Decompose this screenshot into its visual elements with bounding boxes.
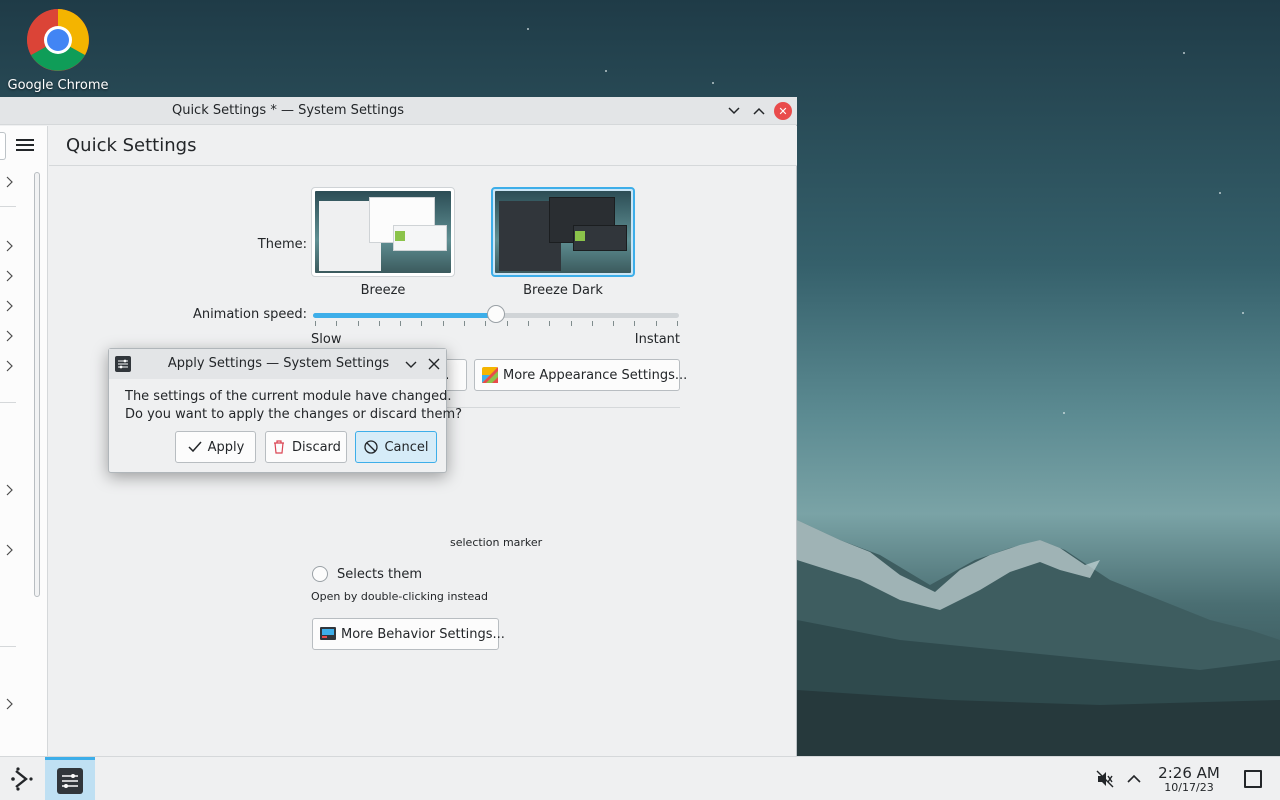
slider-tick	[570, 321, 572, 326]
slider-min-label: Slow	[311, 332, 342, 347]
clock-date[interactable]: 10/17/23	[1150, 781, 1228, 794]
slider-tick	[506, 321, 508, 326]
more-appearance-settings-label: More Appearance Settings...	[503, 367, 688, 383]
chevron-right-icon[interactable]	[4, 544, 14, 556]
slider-tick	[357, 321, 359, 326]
desktop-icon-google-chrome[interactable]: Google Chrome	[6, 6, 110, 93]
system-settings-icon	[57, 767, 83, 794]
dialog-message-line1: The settings of the current module have …	[125, 389, 452, 404]
chevron-down-icon[interactable]	[403, 356, 419, 372]
apply-button-label: Apply	[207, 439, 245, 455]
dialog-message: The settings of the current module have …	[125, 388, 463, 424]
taskbar-item-system-settings[interactable]	[45, 757, 95, 800]
chevron-right-icon[interactable]	[4, 360, 14, 372]
sidebar	[0, 126, 48, 756]
chevron-right-icon[interactable]	[4, 240, 14, 252]
slider-tick	[485, 321, 487, 326]
chevron-right-icon[interactable]	[4, 176, 14, 188]
close-button[interactable]: ✕	[774, 102, 792, 120]
chevron-up-icon[interactable]	[1126, 771, 1142, 787]
system-settings-icon	[115, 356, 131, 372]
chevron-right-icon[interactable]	[4, 300, 14, 312]
theme-option-breeze-dark[interactable]	[491, 187, 635, 277]
minimize-button[interactable]	[725, 102, 743, 120]
theme-option-breeze[interactable]	[311, 187, 455, 277]
page-title: Quick Settings	[66, 135, 197, 156]
sidebar-separator	[0, 646, 16, 647]
more-appearance-settings-button[interactable]: More Appearance Settings...	[474, 359, 687, 391]
chevron-down-icon	[728, 107, 740, 115]
sidebar-separator	[0, 206, 16, 207]
apply-button[interactable]: Apply	[175, 431, 256, 463]
sidebar-search-field[interactable]	[0, 132, 6, 160]
chrome-icon	[27, 9, 89, 71]
close-icon: ✕	[778, 104, 788, 118]
slider-tick	[336, 321, 338, 326]
chevron-right-icon[interactable]	[4, 330, 14, 342]
checkmark-icon	[188, 441, 202, 453]
close-icon[interactable]	[426, 356, 442, 372]
slider-tick	[634, 321, 636, 326]
application-launcher-icon[interactable]	[8, 765, 36, 793]
chevron-right-icon[interactable]	[4, 484, 14, 496]
slider-tick	[442, 321, 444, 326]
discard-button-label: Discard	[292, 439, 341, 455]
hamburger-menu-icon[interactable]	[14, 136, 36, 156]
slider-tick	[421, 321, 423, 326]
clock-time[interactable]: 2:26 AM	[1150, 764, 1228, 782]
chevron-right-icon[interactable]	[4, 270, 14, 282]
slider-tick	[591, 321, 593, 326]
sidebar-separator	[0, 402, 16, 403]
cancel-icon	[364, 440, 379, 454]
window-titlebar[interactable]: Quick Settings * — System Settings ✕	[0, 97, 797, 125]
maximize-button[interactable]	[750, 102, 768, 120]
slider-tick	[613, 321, 615, 326]
theme-label: Theme:	[257, 237, 307, 252]
slider-handle[interactable]	[487, 305, 505, 323]
apply-settings-dialog: Apply Settings — System Settings The set…	[108, 348, 463, 473]
behavior-icon	[320, 627, 336, 640]
slider-tick	[655, 321, 657, 326]
theme-name-breeze: Breeze	[360, 283, 406, 298]
slider-tick	[400, 321, 402, 326]
discard-button[interactable]: Discard	[265, 431, 347, 463]
slider-tick	[315, 321, 316, 326]
dialog-message-line2: Do you want to apply the changes or disc…	[125, 407, 463, 422]
sidebar-scrollbar[interactable]	[34, 172, 40, 597]
slider-fill	[313, 313, 496, 318]
more-behavior-settings-label: More Behavior Settings...	[341, 626, 505, 642]
chevron-up-icon	[753, 107, 765, 115]
show-desktop-icon[interactable]	[1244, 770, 1262, 788]
radio-selects-them-label: Selects them	[337, 567, 423, 582]
taskbar: 2:26 AM 10/17/23	[0, 756, 1280, 800]
slider-tick	[464, 321, 466, 326]
content-header: Quick Settings	[49, 126, 797, 166]
animation-speed-label: Animation speed:	[192, 307, 307, 322]
dialog-title: Apply Settings — System Settings	[167, 356, 390, 371]
radio-option-partial-label: selection marker	[450, 536, 543, 549]
trash-icon	[274, 440, 285, 454]
theme-name-breeze-dark: Breeze Dark	[523, 283, 603, 298]
appearance-icon	[482, 367, 498, 383]
slider-tick	[549, 321, 551, 326]
slider-max-label: Instant	[634, 332, 680, 347]
slider-tick	[527, 321, 529, 326]
cancel-button-label: Cancel	[384, 439, 429, 455]
slider-tick	[677, 321, 678, 326]
slider-tick	[378, 321, 380, 326]
volume-muted-icon[interactable]	[1096, 770, 1114, 788]
radio-selects-them[interactable]	[312, 566, 328, 582]
chevron-right-icon[interactable]	[4, 698, 14, 710]
desktop-icon-label: Google Chrome	[7, 78, 109, 93]
cancel-button[interactable]: Cancel	[355, 431, 437, 463]
dialog-titlebar[interactable]: Apply Settings — System Settings	[109, 349, 446, 379]
more-behavior-settings-button[interactable]: More Behavior Settings...	[312, 618, 505, 650]
window-title: Quick Settings * — System Settings	[171, 103, 405, 118]
double-click-hint: Open by double-clicking instead	[311, 590, 488, 603]
